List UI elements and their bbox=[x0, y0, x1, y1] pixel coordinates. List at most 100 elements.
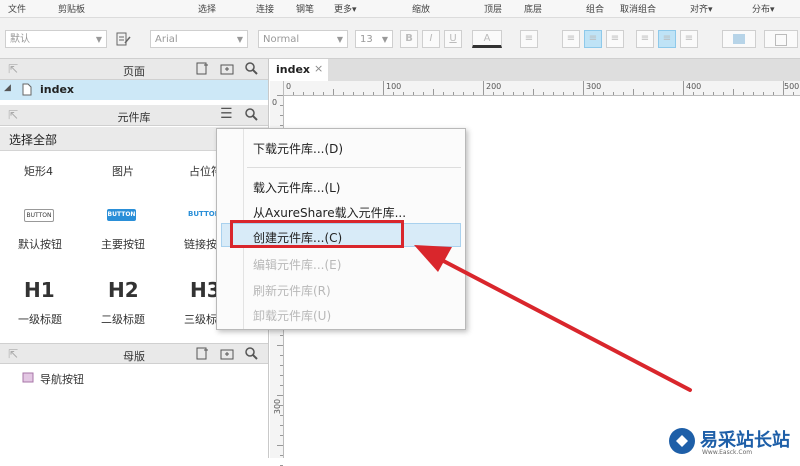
master-icon bbox=[22, 372, 34, 386]
search-icon[interactable] bbox=[245, 347, 258, 363]
master-item[interactable]: 导航按钮 bbox=[0, 369, 268, 387]
menu-bring-front[interactable]: 顶层 bbox=[484, 2, 502, 15]
menu-align[interactable]: 对齐▾ bbox=[690, 2, 713, 15]
ruler-tick bbox=[280, 105, 283, 106]
widget-primary-button-label[interactable]: 主要按钮 bbox=[101, 236, 145, 252]
chevron-down-icon: ▼ bbox=[381, 35, 388, 44]
ruler-tick bbox=[433, 89, 434, 95]
close-icon[interactable]: × bbox=[314, 62, 323, 75]
menu-select[interactable]: 选择 bbox=[198, 2, 216, 15]
fill-color-button[interactable] bbox=[722, 30, 756, 48]
font-select[interactable]: Arial ▼ bbox=[150, 30, 248, 48]
ruler-tick bbox=[280, 365, 283, 366]
ruler-tick bbox=[713, 92, 714, 95]
style-select[interactable]: 默认 ▼ bbox=[5, 30, 107, 48]
ruler-tick bbox=[473, 92, 474, 95]
bold-button[interactable]: B bbox=[400, 30, 418, 48]
menu-distribute[interactable]: 分布▾ bbox=[752, 2, 775, 15]
ruler-tick bbox=[763, 92, 764, 95]
menu-item-load-axureshare[interactable]: 从AxureShare载入元件库... bbox=[253, 204, 406, 221]
menu-icon[interactable]: ☰ bbox=[220, 106, 233, 122]
bullet-list-button[interactable]: ≡ bbox=[520, 30, 538, 48]
widget-h2-label[interactable]: 二级标题 bbox=[101, 311, 145, 327]
pages-panel-header: ⇱ 页面 bbox=[0, 59, 268, 80]
menu-more[interactable]: 更多▾ bbox=[334, 2, 357, 15]
menu-item-refresh-library: 刷新元件库(R) bbox=[253, 284, 331, 298]
format-toolbar: 默认 ▼ Arial ▼ Normal ▼ 13 ▼ B I U A ≡ ≡ ≡ ≡ ≡… bbox=[0, 18, 800, 59]
ruler-tick bbox=[693, 92, 694, 95]
menubar: 文件 剪贴板 选择 连接 钢笔 更多▾ 缩放 顶层 底层 组合 取消组合 对齐▾… bbox=[0, 0, 800, 18]
ruler-tick bbox=[513, 92, 514, 95]
widget-image-label[interactable]: 图片 bbox=[112, 163, 134, 179]
ruler-tick bbox=[553, 92, 554, 95]
master-item-label: 导航按钮 bbox=[40, 373, 84, 386]
align-center-button[interactable]: ≡ bbox=[584, 30, 602, 48]
ruler-tick bbox=[743, 92, 744, 95]
menu-item-download-library[interactable]: 下载元件库...(D) bbox=[253, 140, 343, 157]
h2-preview[interactable]: H2 bbox=[108, 278, 139, 302]
add-page-icon[interactable] bbox=[196, 62, 209, 78]
menu-file[interactable]: 文件 bbox=[8, 2, 26, 15]
default-button-preview[interactable]: BUTTON bbox=[24, 209, 54, 222]
add-master-icon[interactable] bbox=[196, 347, 209, 363]
ruler-tick bbox=[333, 89, 334, 95]
ruler-tick bbox=[393, 92, 394, 95]
ruler-tick bbox=[463, 92, 464, 95]
widget-h1-label[interactable]: 一级标题 bbox=[18, 311, 62, 327]
page-name: index bbox=[40, 83, 75, 96]
menu-connect[interactable]: 连接 bbox=[256, 2, 274, 15]
ruler-tick bbox=[313, 92, 314, 95]
widget-rect4-label[interactable]: 矩形4 bbox=[24, 163, 53, 179]
font-color-button[interactable]: A bbox=[472, 30, 502, 48]
page-icon bbox=[22, 83, 32, 99]
ruler-tick bbox=[753, 92, 754, 95]
page-item-index[interactable]: ◢ index bbox=[0, 80, 268, 100]
font-weight-select[interactable]: Normal ▼ bbox=[258, 30, 348, 48]
menu-ungroup[interactable]: 取消组合 bbox=[620, 2, 656, 15]
tree-expand-icon[interactable]: ◢ bbox=[4, 83, 11, 93]
menu-pen[interactable]: 钢笔 bbox=[296, 2, 314, 15]
widget-default-button-label[interactable]: 默认按钮 bbox=[18, 236, 62, 252]
ruler-tick bbox=[563, 92, 564, 95]
chevron-down-icon: ▼ bbox=[95, 35, 102, 44]
menu-item-load-library[interactable]: 载入元件库...(L) bbox=[253, 179, 341, 196]
align-bottom-button[interactable]: ≡ bbox=[680, 30, 698, 48]
menu-group[interactable]: 组合 bbox=[586, 2, 604, 15]
menu-clipboard[interactable]: 剪贴板 bbox=[58, 2, 85, 15]
align-top-button[interactable]: ≡ bbox=[636, 30, 654, 48]
ruler-tick bbox=[303, 92, 304, 95]
align-right-button[interactable]: ≡ bbox=[606, 30, 624, 48]
ruler-tick bbox=[733, 89, 734, 95]
primary-button-preview[interactable]: BUTTON bbox=[107, 209, 136, 221]
menu-separator bbox=[247, 167, 461, 168]
align-left-button[interactable]: ≡ bbox=[562, 30, 580, 48]
menu-send-back[interactable]: 底层 bbox=[524, 2, 542, 15]
ruler-tick bbox=[280, 335, 283, 336]
ruler-tick bbox=[280, 125, 283, 126]
add-folder-icon[interactable] bbox=[220, 62, 234, 78]
font-size-select[interactable]: 13 ▼ bbox=[355, 30, 393, 48]
ruler-tick bbox=[493, 92, 494, 95]
h1-preview[interactable]: H1 bbox=[24, 278, 55, 302]
shadow-button[interactable] bbox=[764, 30, 798, 48]
ruler-tick bbox=[583, 81, 584, 95]
annotation-arrow-icon bbox=[414, 245, 692, 392]
ruler-top-label: 400 bbox=[686, 82, 702, 91]
style-edit-icon[interactable] bbox=[115, 31, 131, 47]
underline-button[interactable]: U bbox=[444, 30, 462, 48]
search-icon[interactable] bbox=[245, 62, 258, 78]
annotation-highlight-box bbox=[230, 220, 404, 248]
align-middle-button[interactable]: ≡ bbox=[658, 30, 676, 48]
tab-index[interactable]: index × bbox=[270, 59, 328, 81]
menu-zoom[interactable]: 缩放 bbox=[412, 2, 430, 15]
search-icon[interactable] bbox=[245, 108, 258, 124]
italic-button[interactable]: I bbox=[422, 30, 440, 48]
ruler-tick bbox=[280, 115, 283, 116]
add-folder-icon[interactable] bbox=[220, 347, 234, 363]
menu-item-edit-library: 编辑元件库...(E) bbox=[253, 258, 342, 272]
ruler-tick bbox=[533, 89, 534, 95]
ruler-tick bbox=[523, 92, 524, 95]
menu-item-unload-library: 卸载元件库(U) bbox=[253, 309, 332, 323]
watermark-logo-icon bbox=[669, 428, 695, 454]
library-panel-header: ⇱ 元件库 ☰ bbox=[0, 105, 268, 126]
